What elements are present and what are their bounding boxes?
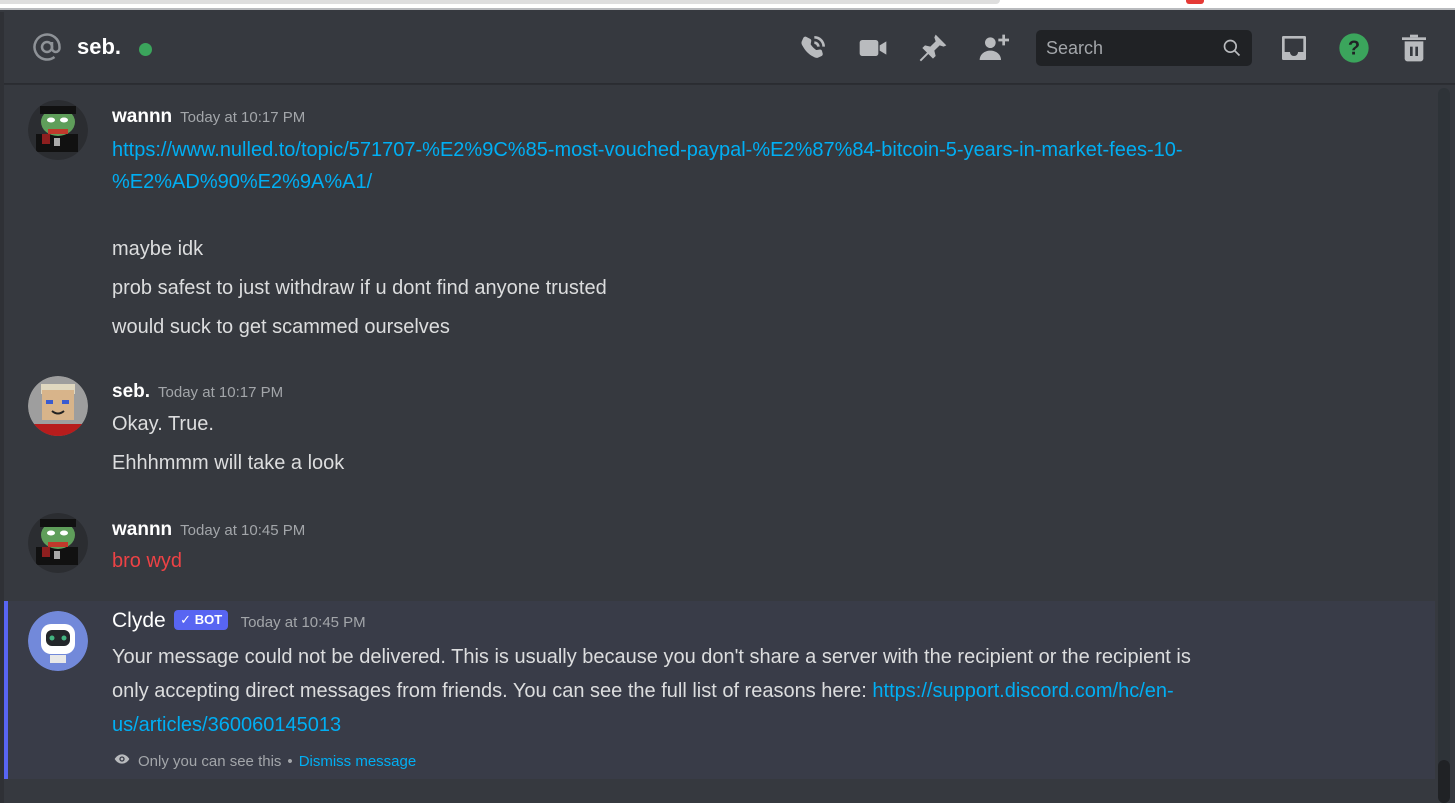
message-text: us/articles/360060145013	[112, 705, 341, 745]
scrollbar-track[interactable]	[1438, 88, 1450, 803]
browser-chrome-strip	[0, 0, 1455, 10]
support-link-continued[interactable]: us/articles/360060145013	[112, 714, 341, 736]
avatar-wannn[interactable]	[28, 100, 88, 160]
author-name[interactable]: Clyde	[112, 609, 166, 632]
message-header: Clyde ✓ BOT Today at 10:45 PM	[112, 609, 366, 633]
message-header: seb. Today at 10:17 PM	[112, 381, 283, 403]
pinned-messages-icon[interactable]	[917, 32, 949, 64]
message-text: Okay. True.	[112, 413, 214, 435]
avatar-clyde[interactable]	[28, 611, 88, 671]
ephemeral-note: Only you can see this	[138, 752, 282, 770]
bot-badge: ✓ BOT	[174, 610, 229, 630]
scrollbar-thumb[interactable]	[1438, 760, 1450, 803]
timestamp: Today at 10:45 PM	[240, 614, 366, 631]
ephemeral-footer: Only you can see this • Dismiss message	[112, 751, 416, 771]
message-link[interactable]: https://www.nulled.to/topic/571707-%E2%9…	[112, 139, 1183, 161]
author-name[interactable]: wannn	[112, 519, 172, 540]
at-icon	[32, 32, 62, 62]
search-input[interactable]	[1046, 30, 1216, 66]
timestamp: Today at 10:17 PM	[180, 109, 306, 126]
avatar-seb[interactable]	[28, 376, 88, 436]
timestamp: Today at 10:45 PM	[180, 522, 306, 539]
message-list: wannn Today at 10:17 PM https://www.nulle…	[4, 85, 1435, 803]
message-text: Ehhhmmm will take a look	[112, 452, 345, 474]
dismiss-message-link[interactable]: Dismiss message	[299, 753, 417, 770]
channel-header: seb. ?	[4, 12, 1455, 84]
support-link[interactable]: https://support.discord.com/hc/en-	[872, 680, 1173, 702]
svg-text:?: ?	[1348, 38, 1360, 60]
message-link-continued[interactable]: %E2%AD%90%E2%9A%A1/	[112, 171, 372, 193]
failed-message-text[interactable]: bro wyd	[112, 541, 182, 581]
author-name[interactable]: wannn	[112, 106, 172, 127]
browser-address-bar-edge	[0, 0, 1000, 4]
start-video-call-icon[interactable]	[857, 32, 889, 64]
search-bar[interactable]	[1036, 30, 1252, 66]
message-header: wannn Today at 10:45 PM	[112, 519, 305, 541]
inbox-icon[interactable]	[1278, 32, 1310, 64]
search-icon[interactable]	[1222, 38, 1242, 58]
online-status-indicator	[139, 43, 152, 56]
channel-title: seb.	[77, 34, 122, 59]
clyde-ephemeral-message: Clyde ✓ BOT Today at 10:45 PM Your messa…	[4, 601, 1435, 779]
message-content: %E2%AD%90%E2%9A%A1/	[112, 162, 372, 202]
message-text: would suck to get scammed ourselves	[112, 316, 450, 338]
avatar-wannn[interactable]	[28, 513, 88, 573]
browser-extension-badge	[1186, 0, 1204, 4]
eye-icon	[112, 751, 132, 771]
author-name[interactable]: seb.	[112, 381, 150, 402]
start-voice-call-icon[interactable]	[797, 32, 829, 64]
message-text: maybe idk	[112, 238, 204, 260]
timestamp: Today at 10:17 PM	[158, 384, 284, 401]
message-header: wannn Today at 10:17 PM	[112, 106, 305, 128]
separator: •	[287, 752, 293, 770]
help-icon[interactable]: ?	[1338, 32, 1370, 64]
message-text: prob safest to just withdraw if u dont f…	[112, 277, 607, 299]
verified-check-icon: ✓	[180, 612, 192, 627]
add-friends-to-dm-icon[interactable]	[977, 32, 1009, 64]
close-dm-trash-icon[interactable]	[1398, 32, 1430, 64]
